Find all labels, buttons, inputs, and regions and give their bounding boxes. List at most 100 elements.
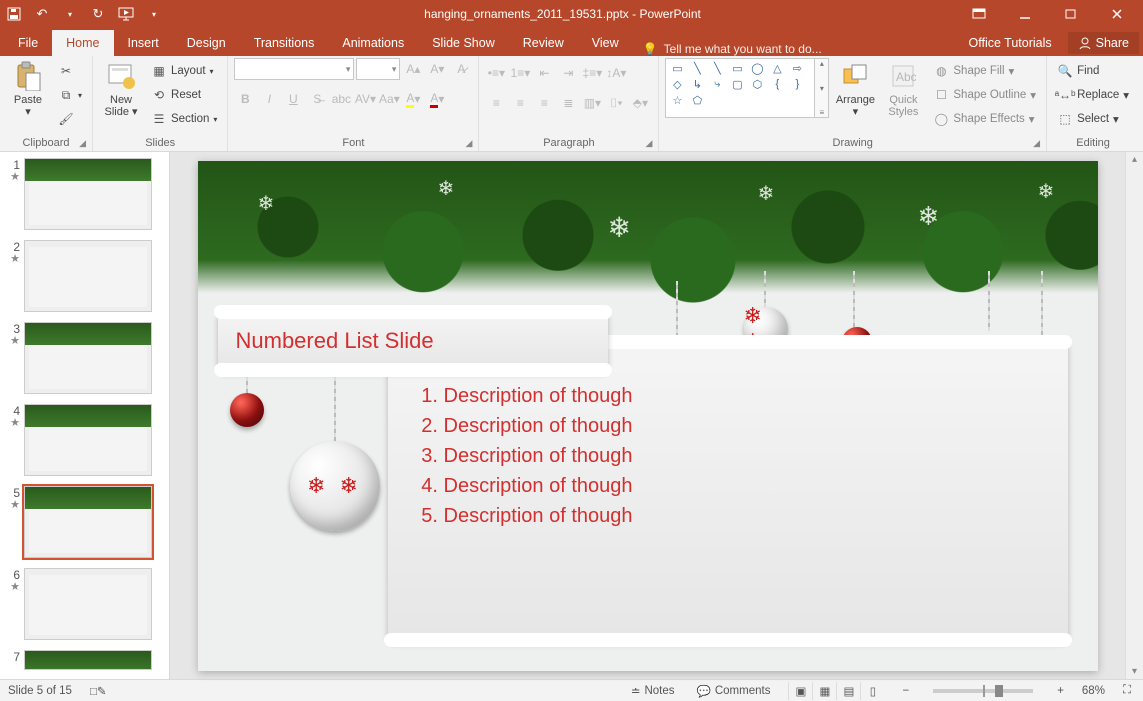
zoom-slider[interactable] xyxy=(933,689,1033,693)
change-case-button[interactable]: Aa▾ xyxy=(378,88,400,110)
spellcheck-button[interactable]: □✎ xyxy=(86,684,111,698)
shape-fill-button[interactable]: ◍Shape Fill ▾ xyxy=(929,60,1040,82)
zoom-out-button[interactable]: − xyxy=(898,685,913,697)
tab-view[interactable]: View xyxy=(578,30,633,56)
shape-star-icon: ☆ xyxy=(668,93,686,107)
notes-button[interactable]: ≐Notes xyxy=(627,684,679,698)
paste-button[interactable]: Paste▾ xyxy=(6,58,50,118)
comments-button[interactable]: 💬Comments xyxy=(693,684,775,698)
thumb-3[interactable]: 3★ xyxy=(4,322,165,394)
undo-more-icon[interactable]: ▾ xyxy=(62,6,78,22)
char-spacing-button[interactable]: AV▾ xyxy=(354,88,376,110)
strikethrough-button[interactable]: S̶ xyxy=(306,88,328,110)
shape-outline-button[interactable]: ☐Shape Outline ▾ xyxy=(929,84,1040,106)
justify-button[interactable]: ≣ xyxy=(557,92,579,114)
undo-icon[interactable]: ↶ xyxy=(34,6,50,22)
align-left-button[interactable]: ≡ xyxy=(485,92,507,114)
slide-canvas-area[interactable]: ❄ ❄ ❄ ❄ ❄ ❄ Descrip xyxy=(170,152,1125,679)
thumb-2[interactable]: 2★ xyxy=(4,240,165,312)
tab-home[interactable]: Home xyxy=(52,30,113,56)
smartart-button[interactable]: ⬘▾ xyxy=(629,92,651,114)
underline-button[interactable]: U xyxy=(282,88,304,110)
slideshow-view-button[interactable]: ▯ xyxy=(860,682,884,700)
close-button[interactable] xyxy=(1095,0,1139,28)
save-icon[interactable] xyxy=(6,6,22,22)
start-slideshow-icon[interactable] xyxy=(118,6,134,22)
cut-button[interactable]: ✂ xyxy=(54,60,86,82)
italic-button[interactable]: I xyxy=(258,88,280,110)
minimize-button[interactable] xyxy=(1003,0,1047,28)
shape-textbox-icon: ▭ xyxy=(668,61,686,75)
font-dialog-launcher[interactable]: ◢ xyxy=(465,138,472,149)
align-center-button[interactable]: ≡ xyxy=(509,92,531,114)
decrease-indent-button[interactable]: ⇤ xyxy=(533,62,555,84)
font-color-button[interactable]: A▾ xyxy=(426,88,448,110)
text-direction-button[interactable]: ↕A▾ xyxy=(605,62,627,84)
tab-animations[interactable]: Animations xyxy=(328,30,418,56)
drawing-dialog-launcher[interactable]: ◢ xyxy=(1033,138,1040,149)
paste-label: Paste▾ xyxy=(14,94,42,118)
highlight-button[interactable]: A▾ xyxy=(402,88,424,110)
reading-view-button[interactable]: ▤ xyxy=(836,682,860,700)
sorter-view-button[interactable]: ▦ xyxy=(812,682,836,700)
increase-indent-button[interactable]: ⇥ xyxy=(557,62,579,84)
tab-slideshow[interactable]: Slide Show xyxy=(418,30,509,56)
fit-to-window-button[interactable]: ⛶ xyxy=(1119,684,1135,697)
bullets-button[interactable]: •≡▾ xyxy=(485,62,507,84)
thumb-1[interactable]: 1★ xyxy=(4,158,165,230)
scroll-up-icon[interactable]: ▴ xyxy=(1132,154,1137,165)
align-text-button[interactable]: ⌷▾ xyxy=(605,92,627,114)
tell-me-search[interactable]: 💡 Tell me what you want to do... xyxy=(633,42,959,56)
clear-formatting-button[interactable]: A̷ xyxy=(450,58,472,80)
align-right-button[interactable]: ≡ xyxy=(533,92,555,114)
qat-customize-icon[interactable]: ▾ xyxy=(146,6,162,22)
section-button[interactable]: ☰Section ▾ xyxy=(147,108,221,130)
bold-button[interactable]: B xyxy=(234,88,256,110)
zoom-in-button[interactable]: + xyxy=(1053,685,1068,697)
maximize-button[interactable] xyxy=(1049,0,1093,28)
tab-file[interactable]: File xyxy=(4,30,52,56)
normal-view-button[interactable]: ▣ xyxy=(788,682,812,700)
shadow-button[interactable]: abc xyxy=(330,88,352,110)
format-painter-button[interactable]: 🖌 xyxy=(54,108,86,130)
tab-design[interactable]: Design xyxy=(173,30,240,56)
format-painter-icon: 🖌 xyxy=(58,111,74,127)
new-slide-button[interactable]: New Slide ▾ xyxy=(99,58,143,118)
clipboard-dialog-launcher[interactable]: ◢ xyxy=(79,138,86,149)
line-spacing-button[interactable]: ‡≡▾ xyxy=(581,62,603,84)
tab-insert[interactable]: Insert xyxy=(114,30,173,56)
select-button[interactable]: ⬚Select ▾ xyxy=(1053,108,1133,130)
group-paragraph: •≡▾ 1≡▾ ⇤ ⇥ ‡≡▾ ↕A▾ ≡ ≡ ≡ ≣ ▥▾ ⌷▾ ⬘▾ Par… xyxy=(479,56,659,151)
shape-effects-button[interactable]: ◯Shape Effects ▾ xyxy=(929,108,1040,130)
shrink-font-button[interactable]: A▾ xyxy=(426,58,448,80)
copy-button[interactable]: ⧉▾ xyxy=(54,84,86,106)
thumb-5[interactable]: 5★ xyxy=(4,486,165,558)
layout-button[interactable]: ▦Layout ▾ xyxy=(147,60,221,82)
replace-button[interactable]: ᵃ↔ᵇReplace ▾ xyxy=(1053,84,1133,106)
slide-thumbnail-panel[interactable]: 1★ 2★ 3★ 4★ 5★ 6★ 7 xyxy=(0,152,170,679)
tab-review[interactable]: Review xyxy=(509,30,578,56)
paragraph-dialog-launcher[interactable]: ◢ xyxy=(645,138,652,149)
numbering-button[interactable]: 1≡▾ xyxy=(509,62,531,84)
quick-styles-button[interactable]: Abc Quick Styles xyxy=(881,58,925,118)
office-tutorials-link[interactable]: Office Tutorials xyxy=(959,30,1062,56)
font-size-combo[interactable] xyxy=(356,58,400,80)
thumb-7[interactable]: 7 xyxy=(4,650,165,670)
share-button[interactable]: Share xyxy=(1068,32,1139,54)
arrange-button[interactable]: Arrange▾ xyxy=(833,58,877,118)
find-button[interactable]: 🔍Find xyxy=(1053,60,1133,82)
vertical-scrollbar[interactable]: ▴ ▾ xyxy=(1125,152,1143,679)
redo-icon[interactable]: ↻ xyxy=(90,6,106,22)
paste-icon xyxy=(12,60,44,92)
font-name-combo[interactable] xyxy=(234,58,354,80)
shapes-gallery[interactable]: ▭╲╲▭◯△ ⇨◇↳⤷▢⬡ {}☆⬠ xyxy=(665,58,815,118)
scroll-down-icon[interactable]: ▾ xyxy=(1132,666,1137,677)
reset-button[interactable]: ⟲Reset xyxy=(147,84,221,106)
thumb-4[interactable]: 4★ xyxy=(4,404,165,476)
shapes-gallery-scroll[interactable]: ▴▾≡ xyxy=(815,58,829,118)
grow-font-button[interactable]: A▴ xyxy=(402,58,424,80)
thumb-6[interactable]: 6★ xyxy=(4,568,165,640)
tab-transitions[interactable]: Transitions xyxy=(240,30,329,56)
ribbon-options-icon[interactable] xyxy=(957,0,1001,28)
columns-button[interactable]: ▥▾ xyxy=(581,92,603,114)
